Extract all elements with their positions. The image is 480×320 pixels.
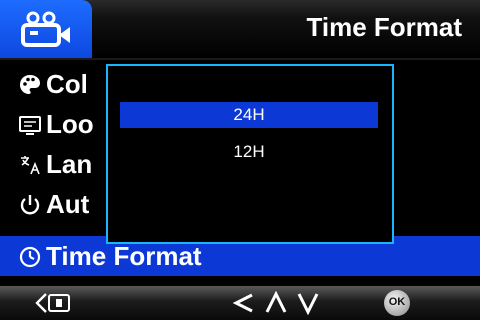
- menu-item-label: Lan: [46, 149, 93, 179]
- footer-bar: OK: [0, 286, 480, 320]
- chevron-up-icon[interactable]: [264, 291, 288, 315]
- page-title: Time Format: [306, 12, 462, 42]
- mode-tab[interactable]: [0, 0, 92, 58]
- option-12h[interactable]: 12H: [120, 139, 378, 165]
- screen-icon: [19, 116, 41, 135]
- menu-item-label: Loo: [46, 109, 94, 139]
- chevron-left-icon[interactable]: [232, 291, 256, 315]
- option-label: 12H: [233, 142, 265, 161]
- ok-button[interactable]: OK: [384, 290, 410, 316]
- menu-item-label: Aut: [46, 189, 90, 219]
- clock-icon: [19, 246, 41, 268]
- time-format-dialog: 24H 12H: [106, 64, 394, 244]
- ok-label: OK: [388, 296, 406, 308]
- chevron-down-icon[interactable]: [296, 291, 320, 315]
- video-camera-icon: [21, 11, 70, 47]
- language-icon: [21, 156, 40, 175]
- menu-item-label: Col: [46, 69, 88, 99]
- palette-icon: [20, 75, 40, 94]
- power-icon: [20, 195, 40, 215]
- header-bar: Time Format: [0, 0, 480, 60]
- back-icon[interactable]: [34, 291, 74, 315]
- option-24h[interactable]: 24H: [120, 102, 378, 128]
- menu-item-label: Time Format: [46, 241, 202, 271]
- option-label: 24H: [233, 105, 265, 124]
